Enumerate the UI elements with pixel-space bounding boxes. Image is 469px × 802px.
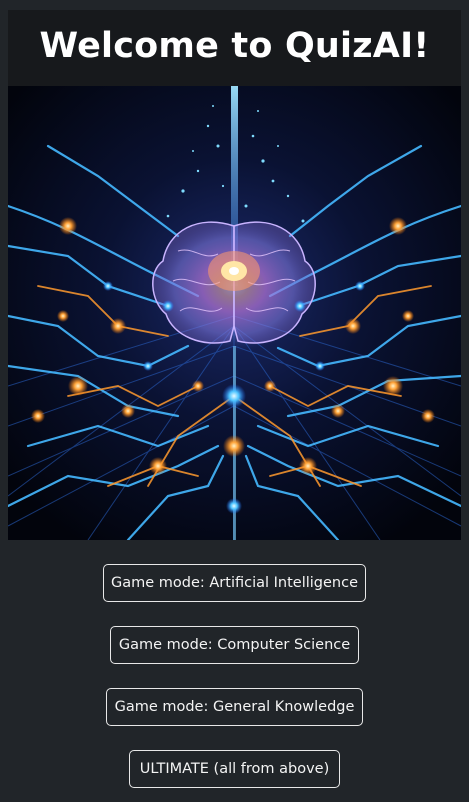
ai-brain-illustration bbox=[8, 86, 461, 540]
game-mode-computer-science-button[interactable]: Game mode: Computer Science bbox=[110, 626, 359, 664]
game-mode-ai-button[interactable]: Game mode: Artificial Intelligence bbox=[103, 564, 366, 602]
glowing-brain bbox=[152, 221, 316, 351]
header-bar: Welcome to QuizAI! bbox=[8, 10, 461, 86]
page: Welcome to QuizAI! Game mode: Artificial… bbox=[0, 0, 469, 802]
hero-image bbox=[8, 86, 461, 540]
ultimate-mode-button[interactable]: ULTIMATE (all from above) bbox=[129, 750, 340, 788]
game-mode-general-knowledge-button[interactable]: Game mode: General Knowledge bbox=[106, 688, 363, 726]
page-title: Welcome to QuizAI! bbox=[39, 26, 430, 66]
